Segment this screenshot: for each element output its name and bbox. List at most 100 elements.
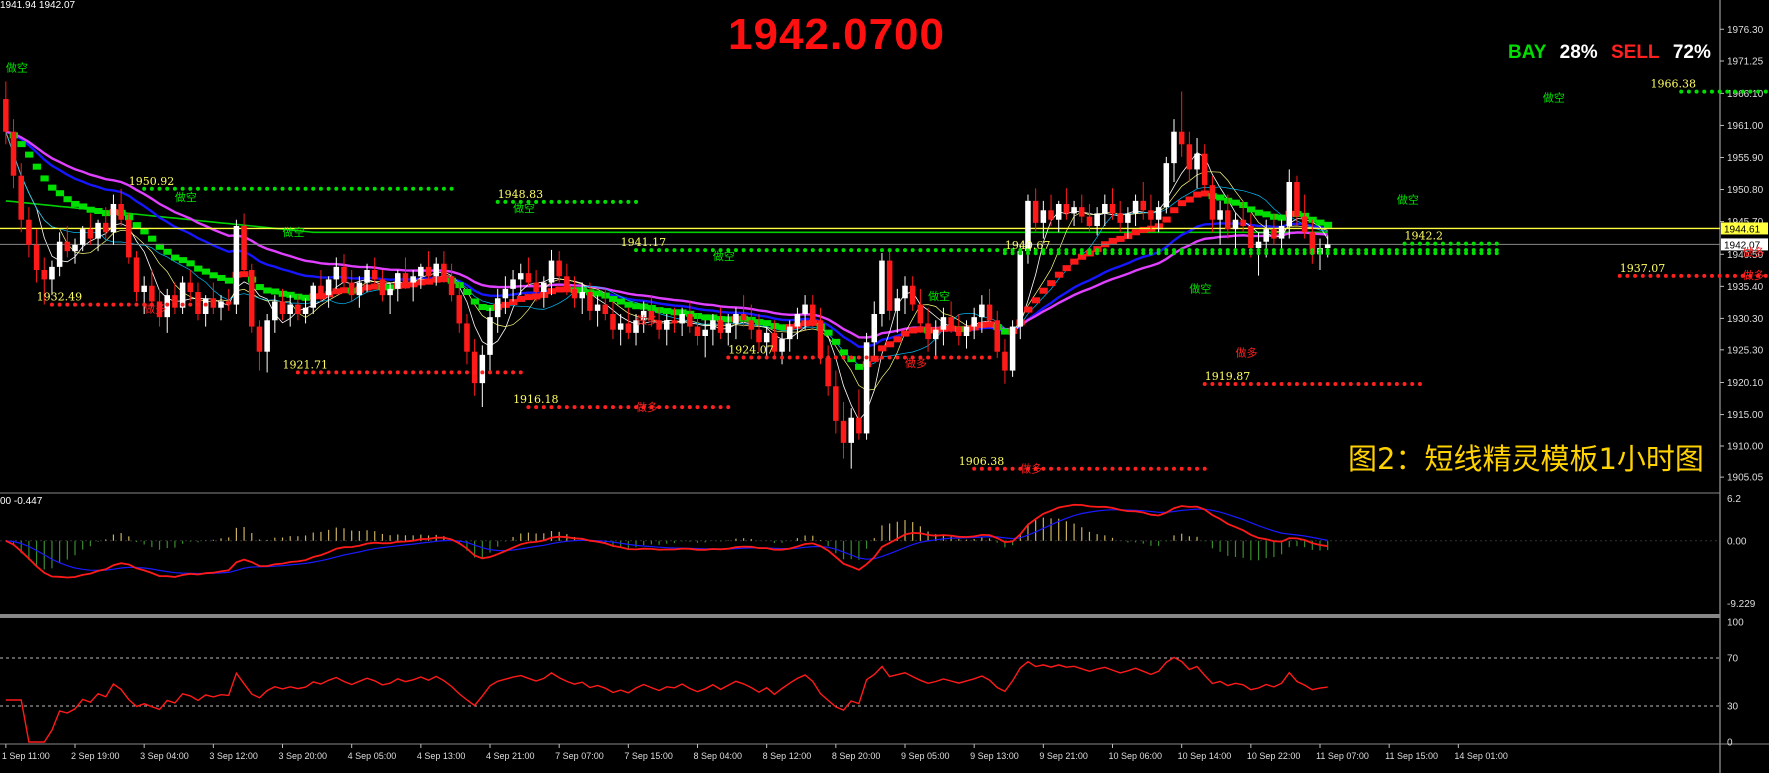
price-tick-label: 1925.30 [1727,345,1764,356]
dotted-level-point [964,248,969,253]
dotted-level-point [879,355,884,360]
candle-body [333,266,340,280]
dotted-level-point [1748,89,1753,94]
trend-band-step [178,257,188,264]
dotted-level-point [249,186,254,191]
dotted-level-point [1464,241,1469,246]
candle-body [233,226,240,305]
candle-body [517,273,524,280]
candle-body [402,273,409,283]
dotted-level-point [933,355,938,360]
dotted-level-point [1686,273,1691,278]
current-price-display: 1942.0700 [728,10,945,59]
dotted-level-point [341,370,346,375]
candle-body [210,298,217,308]
level-price-label: 1924.07 [728,344,774,357]
dotted-level-point [1410,381,1415,386]
dotted-level-point [372,370,377,375]
dotted-level-point [1341,381,1346,386]
chart-caption: 图2：短线精灵模板1小时图 [1348,442,1704,476]
candle-body [694,326,701,336]
trend-band-step [1170,207,1179,214]
candle-body [341,266,347,283]
trend-band-step [878,345,887,352]
dotted-level-point [111,302,116,307]
trend-band-step [209,272,218,279]
trend-band-step [1039,287,1048,294]
candle-body [794,314,801,327]
candle-body [817,320,824,358]
dotted-level-point [787,355,792,360]
dotted-level-point [1056,251,1061,256]
level-price-label: 1932.49 [37,291,82,304]
candle-body [602,304,609,314]
time-tick-label: 9 Sep 05:00 [901,751,950,761]
dotted-level-point [795,248,800,253]
dotted-level-point [326,186,331,191]
dotted-level-point [595,405,600,410]
dotted-level-point [1417,251,1422,256]
candle-body [710,320,716,330]
dotted-level-point [1494,241,1499,246]
trade-signal-label: 做多 [1235,346,1257,360]
dotted-level-point [887,248,892,253]
time-tick-label: 10 Sep 22:00 [1247,751,1301,761]
dotted-level-point [1171,466,1176,471]
trade-signal-label: 做多 [144,302,166,316]
trend-band-step [1062,265,1071,272]
dotted-level-point [203,186,208,191]
trend-band-step [1262,211,1271,218]
trend-band-step [63,196,72,203]
candle-body [932,329,939,340]
candle-body [1186,144,1193,170]
dotted-level-point [1095,251,1100,256]
dotted-level-point [1394,251,1399,256]
price-tick-label: 1935.40 [1727,282,1764,293]
dotted-level-point [203,302,208,307]
trade-signal-label: 做多 [636,313,658,327]
dotted-level-point [211,186,216,191]
dotted-level-point [618,405,623,410]
rsi-tick-label: 100 [1727,618,1744,629]
dotted-level-point [810,355,815,360]
dotted-level-point [1448,251,1453,256]
dotted-level-point [1287,381,1292,386]
dotted-level-point [1179,466,1184,471]
candle-body [1040,210,1047,223]
dotted-level-point [464,370,469,375]
time-tick-label: 4 Sep 21:00 [486,751,535,761]
time-tick-label: 9 Sep 21:00 [1039,751,1088,761]
candle-body [909,285,916,305]
candle-body [56,241,63,267]
dotted-level-point [580,199,585,204]
dotted-level-point [1302,251,1307,256]
dotted-level-point [1709,89,1714,94]
dotted-level-point [403,370,408,375]
dotted-level-point [518,370,523,375]
trading-chart[interactable]: 1976.301971.251966.101961.001955.901950.… [0,0,1769,773]
ohlc-readout: 1941.94 1942.07 [0,0,76,11]
dotted-level-point [672,248,677,253]
time-tick-label: 10 Sep 14:00 [1178,751,1232,761]
candle-body [556,260,562,277]
dotted-level-point [1717,89,1722,94]
candle-body [1171,131,1177,164]
candle-body [241,226,247,270]
dotted-level-point [749,248,754,253]
dotted-level-point [1425,251,1430,256]
dotted-level-point [887,355,892,360]
candle-body [1002,351,1008,371]
dotted-level-point [1125,466,1130,471]
dotted-level-point [772,248,777,253]
trend-band-step [148,235,157,242]
candle-body [41,270,48,280]
dotted-level-point [1763,89,1768,94]
dotted-level-point [441,186,446,191]
candle-body [825,358,831,387]
candle-body [702,329,708,336]
dotted-level-point [618,199,623,204]
dotted-level-point [695,248,700,253]
candle-body [1217,210,1223,220]
dotted-level-point [365,186,370,191]
dotted-level-point [826,248,831,253]
